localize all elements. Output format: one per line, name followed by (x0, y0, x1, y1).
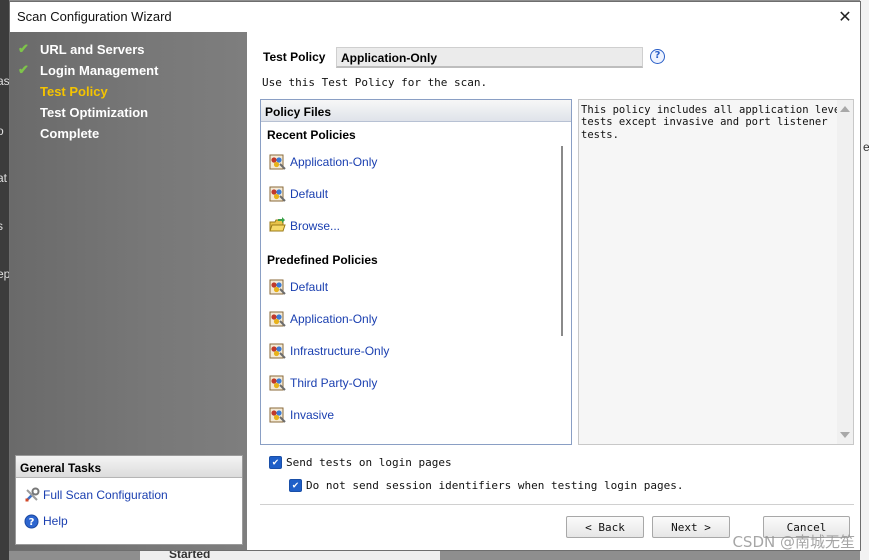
back-button[interactable]: < Back (566, 516, 644, 538)
full-scan-configuration-link[interactable]: Full Scan Configuration (23, 487, 168, 503)
policy-label: Default (290, 279, 329, 294)
send-tests-on-login-option[interactable]: ✔ Send tests on login pages (269, 456, 452, 469)
task-label: Full Scan Configuration (43, 488, 168, 502)
policy-item[interactable]: Default (269, 185, 328, 202)
background-text-fragment: s (0, 219, 3, 233)
policy-label: Application-Only (290, 311, 378, 326)
open-folder-icon (269, 217, 286, 234)
general-tasks-header: General Tasks (16, 456, 242, 478)
policy-label: Default (290, 186, 329, 201)
policy-item[interactable]: Infrastructure-Only (269, 342, 389, 359)
policy-label: Third Party-Only (290, 375, 378, 390)
step-label: Test Policy (40, 83, 108, 99)
policy-file-icon (269, 342, 286, 359)
policy-file-icon (269, 185, 286, 202)
step-label: Complete (40, 125, 100, 141)
background-text-fragment: at (0, 171, 8, 185)
policy-files-panel: Policy Files Recent Policies Application… (260, 99, 572, 445)
separator (260, 504, 854, 505)
policy-file-icon (269, 153, 286, 170)
watermark: CSDN @南城无笙 (732, 533, 855, 551)
background-app-left-edge: as o at s ep (0, 0, 9, 560)
policy-label: Application-Only (290, 154, 378, 169)
policy-files-header: Policy Files (261, 100, 571, 122)
step-test-optimization[interactable]: ✔ Test Optimization (18, 102, 148, 122)
policy-label: Invasive (290, 407, 335, 422)
background-text-fragment: as (0, 74, 9, 88)
checkbox[interactable]: ✔ (289, 479, 302, 492)
help-link[interactable]: ? Help (23, 513, 68, 529)
test-policy-field[interactable]: Application-Only (336, 47, 643, 68)
scroll-down-icon[interactable] (840, 432, 850, 438)
policy-list-scrollbar[interactable] (561, 146, 563, 336)
option-label: Send tests on login pages (286, 456, 452, 469)
step-complete[interactable]: ✔ Complete (18, 123, 99, 143)
test-policy-page: Test Policy Application-Only ? Use this … (247, 32, 860, 550)
policy-item[interactable]: Default (269, 278, 328, 295)
policy-label: Infrastructure-Only (290, 343, 390, 358)
predefined-policies-header: Predefined Policies (267, 253, 378, 267)
test-policy-description: Use this Test Policy for the scan. (262, 76, 488, 89)
step-label: Login Management (40, 62, 159, 78)
next-button[interactable]: Next > (652, 516, 730, 538)
task-label: Help (43, 514, 68, 528)
policy-file-icon (269, 406, 286, 423)
policy-file-icon (269, 374, 286, 391)
policy-description-text: This policy includes all application lev… (581, 104, 847, 141)
close-icon[interactable]: ✕ (834, 6, 856, 28)
help-icon: ? (23, 513, 40, 529)
recent-policies-header: Recent Policies (267, 128, 356, 142)
step-test-policy[interactable]: ✔ Test Policy (18, 81, 108, 101)
step-login-management[interactable]: ✔ Login Management (18, 60, 158, 80)
scan-configuration-wizard-dialog: Scan Configuration Wizard ✕ ✔ URL and Se… (9, 1, 861, 551)
policy-item[interactable]: Invasive (269, 406, 334, 423)
background-text-fragment: o (0, 124, 4, 138)
wizard-steps-panel: ✔ URL and Servers ✔ Login Management ✔ T… (10, 32, 247, 550)
scroll-up-icon[interactable] (840, 106, 850, 112)
dialog-titlebar: Scan Configuration Wizard ✕ (10, 2, 860, 32)
checkmark-icon: ✔ (18, 62, 29, 77)
step-label: URL and Servers (40, 41, 145, 57)
general-tasks-panel: General Tasks Full Scan Configuration ? … (15, 455, 243, 545)
step-label: Test Optimization (40, 104, 149, 120)
policy-file-icon (269, 310, 286, 327)
no-session-identifiers-option[interactable]: ✔ Do not send session identifiers when t… (289, 479, 684, 492)
policy-description-panel: This policy includes all application lev… (578, 99, 854, 445)
svg-text:?: ? (29, 517, 35, 528)
background-text-fragment: ep (0, 267, 9, 281)
policy-file-icon (269, 278, 286, 295)
background-text-fragment: e (863, 140, 869, 154)
checkbox[interactable]: ✔ (269, 456, 282, 469)
policy-item[interactable]: Application-Only (269, 310, 377, 327)
background-app-right-edge: e (860, 0, 869, 560)
browse-policy-item[interactable]: Browse... (269, 217, 340, 234)
dialog-title: Scan Configuration Wizard (17, 9, 172, 24)
policy-item[interactable]: Application-Only (269, 153, 377, 170)
test-policy-label: Test Policy (263, 50, 326, 64)
option-label: Do not send session identifiers when tes… (306, 479, 684, 492)
help-icon[interactable]: ? (650, 49, 665, 64)
policy-label: Browse... (290, 218, 341, 233)
step-url-and-servers[interactable]: ✔ URL and Servers (18, 39, 145, 59)
description-scrollbar[interactable] (837, 100, 853, 444)
checkmark-icon: ✔ (18, 41, 29, 56)
tools-icon (23, 487, 40, 503)
policy-item[interactable]: Third Party-Only (269, 374, 377, 391)
